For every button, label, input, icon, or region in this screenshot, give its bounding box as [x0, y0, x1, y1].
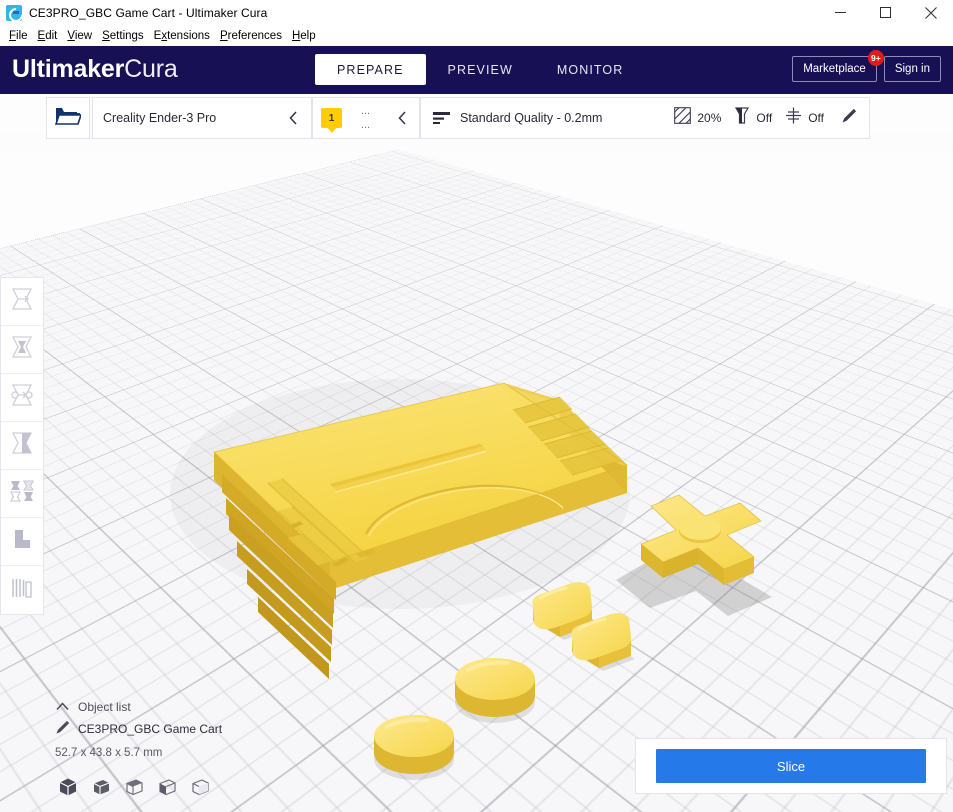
cura-logo-icon: [6, 4, 22, 21]
title-bar: CE3PRO_GBC Game Cart - Ultimaker Cura: [0, 0, 953, 25]
tab-prepare[interactable]: PREPARE: [315, 54, 426, 85]
smart-slice-icon: [9, 576, 35, 605]
view-mode-bar: [58, 777, 210, 802]
menu-edit[interactable]: Edit: [33, 28, 63, 44]
menu-preferences[interactable]: Preferences: [215, 28, 287, 44]
button-a: [374, 715, 454, 780]
support-blocker-icon: [9, 527, 35, 556]
logo-light: Cura: [124, 55, 178, 83]
adhesion-metric[interactable]: Off: [785, 107, 824, 129]
sign-in-label: Sign in: [894, 63, 930, 75]
header-actions: Marketplace 9+ Sign in: [792, 50, 941, 82]
infill-icon: [674, 107, 692, 129]
edit-profile-button[interactable]: [841, 108, 857, 129]
stage-tabs: PREPARE PREVIEW MONITOR: [315, 54, 645, 85]
infill-value: 20%: [697, 111, 722, 125]
action-panel: Slice: [635, 738, 947, 794]
menu-help[interactable]: Help: [287, 28, 321, 44]
object-name: CE3PRO_GBC Game Cart: [78, 722, 223, 736]
print-setup-selector[interactable]: Standard Quality - 0.2mm 20% Off Off: [420, 97, 870, 139]
tab-monitor[interactable]: MONITOR: [535, 54, 646, 85]
app-header: UltimakerCura PREPARE PREVIEW MONITOR Ma…: [0, 46, 953, 94]
slice-button[interactable]: Slice: [656, 749, 926, 783]
cube-front-icon[interactable]: [91, 777, 111, 802]
cura-window: CE3PRO_GBC Game Cart - Ultimaker Cura Fi…: [0, 0, 953, 812]
close-icon[interactable]: [908, 0, 953, 25]
extruder-material: ...: [360, 104, 371, 117]
menu-bar: File Edit View Settings Extensions Prefe…: [0, 25, 953, 46]
support-icon: [734, 107, 750, 129]
marketplace-badge: 9+: [867, 50, 884, 66]
maximize-icon[interactable]: [863, 0, 908, 25]
printer-name: Creality Ender-3 Pro: [103, 111, 217, 125]
extruder-badge: 1: [321, 108, 342, 128]
window-controls: [818, 0, 953, 25]
object-list-header[interactable]: Object list: [55, 696, 222, 718]
scale-tool[interactable]: [1, 326, 43, 374]
extruder-nozzle: ...: [360, 118, 371, 131]
logo-bold: Ultimaker: [12, 55, 125, 83]
tool-column: [0, 277, 44, 615]
print-quality-icon: [433, 111, 451, 125]
open-folder-icon: [54, 105, 83, 131]
chevron-up-icon: [55, 700, 69, 714]
extruder-material-info: ... ...: [360, 104, 371, 131]
per-model-settings-icon: [9, 479, 35, 508]
support-value: Off: [756, 111, 773, 125]
rotate-tool[interactable]: [1, 374, 43, 422]
open-file-button[interactable]: [46, 97, 90, 139]
printer-selector[interactable]: Creality Ender-3 Pro: [92, 97, 312, 139]
per-model-settings-tool[interactable]: [1, 470, 43, 518]
profile-name: Standard Quality - 0.2mm: [460, 111, 603, 125]
cube-left-icon[interactable]: [157, 777, 177, 802]
support-blocker-tool[interactable]: [1, 518, 43, 566]
cube-3d-icon[interactable]: [58, 777, 78, 802]
app-logo: UltimakerCura: [12, 55, 178, 84]
menu-settings[interactable]: Settings: [97, 28, 149, 44]
support-metric[interactable]: Off: [734, 107, 772, 129]
object-list-item[interactable]: CE3PRO_GBC Game Cart: [55, 718, 222, 740]
cube-top-icon[interactable]: [124, 777, 144, 802]
scale-icon: [9, 335, 35, 364]
marketplace-label: Marketplace: [803, 63, 866, 75]
menu-view[interactable]: View: [62, 28, 97, 44]
dpad: [616, 494, 772, 616]
sign-in-button[interactable]: Sign in: [883, 56, 941, 82]
chevron-left-icon[interactable]: [395, 111, 411, 125]
menu-extensions[interactable]: Extensions: [149, 28, 215, 44]
smart-slice-tool[interactable]: [1, 566, 43, 614]
profile-metrics: 20% Off Off: [674, 107, 857, 129]
mirror-tool[interactable]: [1, 422, 43, 470]
chevron-left-icon[interactable]: [285, 111, 301, 125]
minimize-icon[interactable]: [818, 0, 863, 25]
object-dimensions: 52.7 x 43.8 x 5.7 mm: [55, 747, 163, 759]
move-icon: [9, 287, 35, 316]
pencil-icon: [841, 108, 857, 129]
adhesion-icon: [785, 107, 802, 129]
settings-bar: Creality Ender-3 Pro 1 ... ... Standard …: [46, 97, 870, 139]
marketplace-button[interactable]: Marketplace 9+: [792, 50, 884, 82]
tab-preview[interactable]: PREVIEW: [426, 54, 535, 85]
rotate-icon: [9, 383, 35, 412]
infill-metric[interactable]: 20%: [674, 107, 721, 129]
move-tool[interactable]: [1, 278, 43, 326]
menu-file[interactable]: File: [4, 28, 33, 44]
window-title: CE3PRO_GBC Game Cart - Ultimaker Cura: [29, 5, 268, 20]
cube-right-icon[interactable]: [190, 777, 210, 802]
extruder-selector[interactable]: 1 ... ...: [312, 97, 420, 139]
object-list-title: Object list: [78, 700, 131, 714]
adhesion-value: Off: [808, 111, 824, 125]
mirror-icon: [9, 431, 35, 460]
pencil-icon: [55, 720, 70, 738]
button-b: [455, 658, 535, 723]
object-list-panel: Object list CE3PRO_GBC Game Cart 52.7 x …: [55, 696, 222, 759]
